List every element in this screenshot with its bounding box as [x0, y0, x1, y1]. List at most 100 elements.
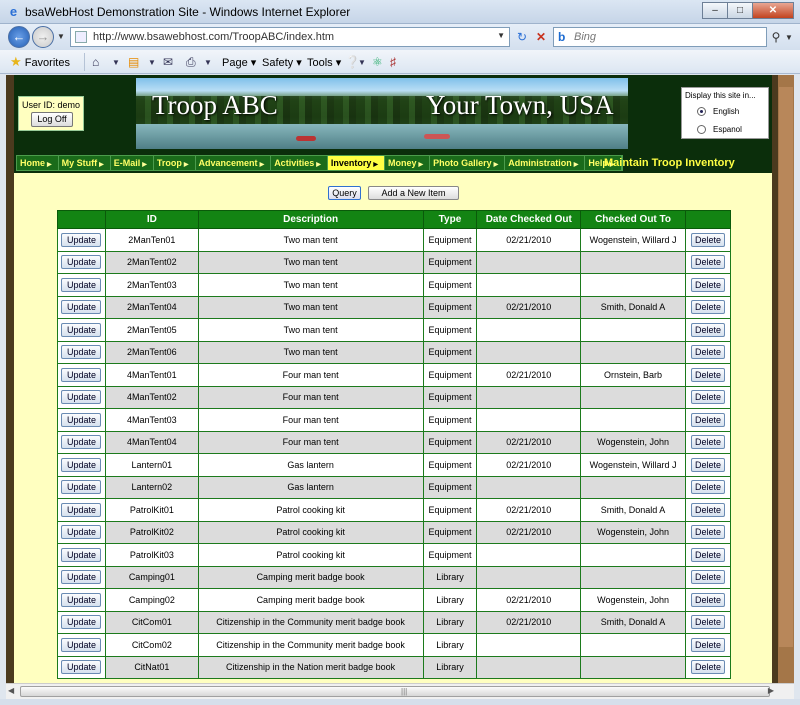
update-button[interactable]: Update: [61, 660, 102, 675]
update-cell: Update: [57, 273, 106, 297]
research-icon[interactable]: ⚛: [372, 55, 383, 69]
menu-activities[interactable]: Activities ▶: [271, 156, 328, 170]
log-off-button[interactable]: Log Off: [31, 112, 73, 127]
history-dropdown-icon[interactable]: ▼: [57, 32, 65, 41]
messenger-icon[interactable]: ♯: [390, 55, 396, 69]
description-cell: Patrol cooking kit: [197, 543, 424, 567]
refresh-button[interactable]: ↻: [512, 28, 532, 46]
update-cell: Update: [57, 340, 106, 364]
query-button[interactable]: Query: [328, 186, 361, 200]
update-button[interactable]: Update: [61, 615, 102, 630]
delete-button[interactable]: Delete: [691, 232, 725, 247]
delete-button[interactable]: Delete: [691, 390, 725, 405]
delete-button[interactable]: Delete: [691, 367, 725, 382]
delete-button[interactable]: Delete: [691, 525, 725, 540]
feeds-icon[interactable]: ▤: [128, 55, 139, 69]
home-icon[interactable]: ⌂: [92, 55, 99, 69]
url-dropdown-icon[interactable]: ▼: [497, 31, 505, 40]
delete-button[interactable]: Delete: [691, 457, 725, 472]
delete-button[interactable]: Delete: [691, 277, 725, 292]
url-field[interactable]: http://www.bsawebhost.com/TroopABC/index…: [70, 27, 510, 47]
vertical-scroll-thumb[interactable]: [779, 87, 793, 647]
feeds-dropdown-icon[interactable]: ▼: [148, 58, 156, 67]
update-button[interactable]: Update: [61, 547, 102, 562]
page-menu[interactable]: Page ▾: [222, 56, 256, 69]
url-text[interactable]: http://www.bsawebhost.com/TroopABC/index…: [93, 31, 334, 43]
update-button[interactable]: Update: [61, 300, 102, 315]
forward-button[interactable]: →: [32, 26, 54, 48]
delete-cell: Delete: [685, 363, 731, 387]
update-button[interactable]: Update: [61, 255, 102, 270]
minimize-button[interactable]: –: [702, 2, 728, 19]
checked-out-to-cell: Wogenstein, John: [580, 520, 686, 544]
delete-button[interactable]: Delete: [691, 592, 725, 607]
search-field[interactable]: b Bing: [553, 27, 767, 47]
update-button[interactable]: Update: [61, 480, 102, 495]
update-button[interactable]: Update: [61, 525, 102, 540]
delete-button[interactable]: Delete: [691, 502, 725, 517]
safety-menu[interactable]: Safety ▾: [262, 56, 302, 69]
favorites-button[interactable]: ★ Favorites: [10, 54, 70, 70]
stop-button[interactable]: ✕: [532, 28, 550, 46]
search-dropdown-icon[interactable]: ▼: [785, 33, 793, 42]
menu-troop[interactable]: Troop ▶: [154, 156, 196, 170]
delete-button[interactable]: Delete: [691, 322, 725, 337]
menu-home[interactable]: Home ▶: [17, 156, 59, 170]
help-dropdown-icon[interactable]: ▼: [358, 58, 366, 67]
checked-out-to-cell: [580, 273, 686, 297]
update-cell: Update: [57, 295, 106, 319]
update-button[interactable]: Update: [61, 637, 102, 652]
menu-inventory[interactable]: Inventory ▶: [327, 156, 385, 170]
update-button[interactable]: Update: [61, 277, 102, 292]
delete-button[interactable]: Delete: [691, 480, 725, 495]
back-button[interactable]: ←: [8, 26, 30, 48]
update-button[interactable]: Update: [61, 457, 102, 472]
delete-button[interactable]: Delete: [691, 300, 725, 315]
radio-espanol[interactable]: [697, 125, 706, 134]
update-button[interactable]: Update: [61, 592, 102, 607]
update-button[interactable]: Update: [61, 435, 102, 450]
search-icon[interactable]: ⚲: [767, 28, 785, 46]
horizontal-scroll-thumb[interactable]: |||: [20, 686, 770, 697]
update-button[interactable]: Update: [61, 232, 102, 247]
scroll-left-icon[interactable]: ◀: [8, 686, 14, 695]
delete-button[interactable]: Delete: [691, 345, 725, 360]
radio-english[interactable]: [697, 107, 706, 116]
vertical-scrollbar[interactable]: [778, 75, 794, 683]
tools-menu[interactable]: Tools ▾: [307, 56, 341, 69]
delete-button[interactable]: Delete: [691, 660, 725, 675]
search-placeholder[interactable]: Bing: [574, 31, 596, 43]
update-button[interactable]: Update: [61, 570, 102, 585]
print-icon[interactable]: ⎙: [186, 55, 196, 70]
delete-button[interactable]: Delete: [691, 615, 725, 630]
scroll-right-icon[interactable]: ▶: [768, 686, 774, 695]
update-button[interactable]: Update: [61, 412, 102, 427]
delete-button[interactable]: Delete: [691, 255, 725, 270]
menu-email[interactable]: E-Mail ▶: [111, 156, 154, 170]
delete-button[interactable]: Delete: [691, 412, 725, 427]
update-button[interactable]: Update: [61, 322, 102, 337]
menu-my-stuff[interactable]: My Stuff ▶: [59, 156, 111, 170]
menu-advancement[interactable]: Advancement ▶: [196, 156, 272, 170]
maximize-button[interactable]: □: [727, 2, 753, 19]
horizontal-scrollbar[interactable]: ◀ ||| ▶: [6, 683, 794, 699]
delete-button[interactable]: Delete: [691, 435, 725, 450]
update-button[interactable]: Update: [61, 502, 102, 517]
update-button[interactable]: Update: [61, 345, 102, 360]
checked-out-to-cell: Ornstein, Barb: [580, 363, 686, 387]
print-dropdown-icon[interactable]: ▼: [204, 58, 212, 67]
mail-icon[interactable]: ✉: [163, 55, 173, 69]
delete-button[interactable]: Delete: [691, 637, 725, 652]
delete-button[interactable]: Delete: [691, 547, 725, 562]
update-button[interactable]: Update: [61, 367, 102, 382]
menu-photo-gallery[interactable]: Photo Gallery ▶: [430, 156, 506, 170]
type-cell: Equipment: [422, 543, 478, 567]
home-dropdown-icon[interactable]: ▼: [112, 58, 120, 67]
menu-money[interactable]: Money ▶: [385, 156, 431, 170]
add-item-button[interactable]: Add a New Item: [368, 186, 459, 200]
menu-administration[interactable]: Administration ▶: [505, 156, 586, 170]
close-button[interactable]: ✕: [752, 2, 794, 19]
update-button[interactable]: Update: [61, 390, 102, 405]
delete-button[interactable]: Delete: [691, 570, 725, 585]
window-title: bsaWebHost Demonstration Site - Windows …: [25, 5, 351, 19]
